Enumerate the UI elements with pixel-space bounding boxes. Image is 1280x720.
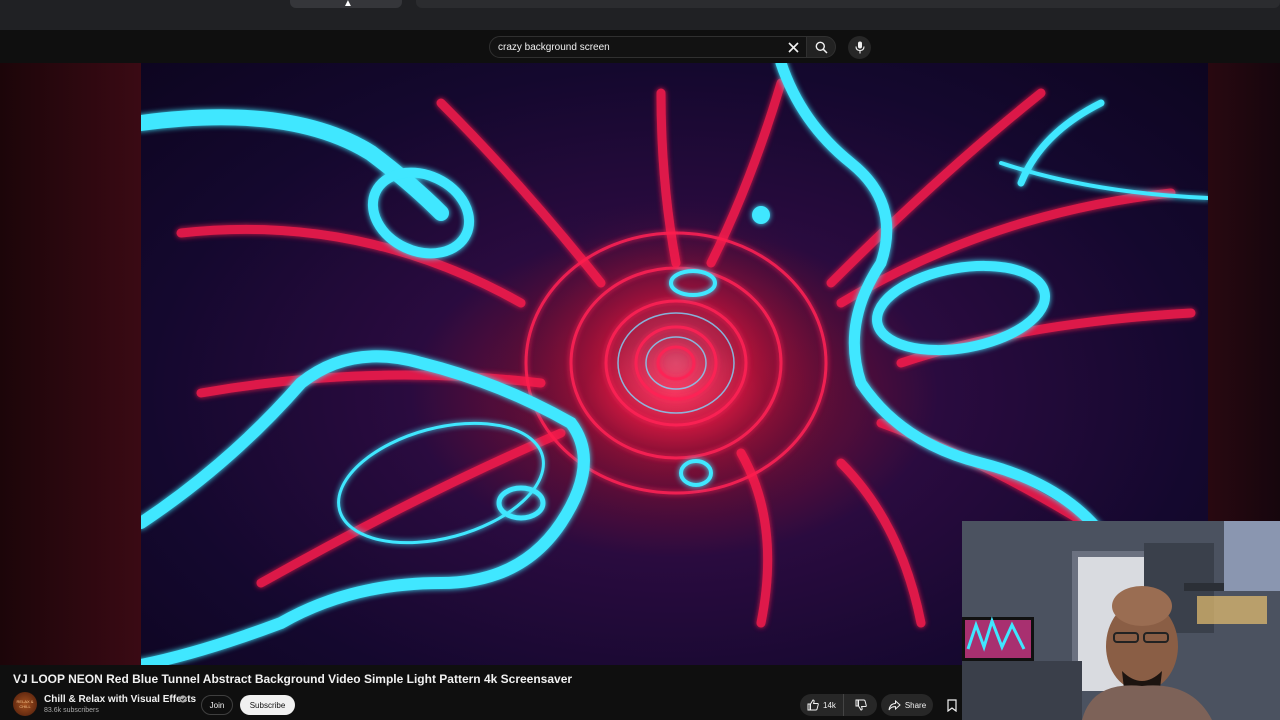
save-button[interactable] [941, 694, 963, 716]
subscribe-button[interactable]: Subscribe [240, 695, 295, 715]
verified-check-icon [179, 695, 187, 703]
bookmark-icon [947, 698, 957, 712]
join-button[interactable]: Join [201, 695, 233, 715]
browser-tab-strip: ▲ [0, 0, 1280, 30]
search-query[interactable]: crazy background screen [498, 42, 610, 53]
subscriber-count: 83.6k subscribers [44, 707, 99, 714]
search-icon [815, 41, 828, 54]
thumbs-down-icon [855, 699, 867, 711]
search-button[interactable] [806, 36, 836, 58]
dislike-button[interactable] [844, 694, 877, 716]
webcam-overlay [962, 521, 1280, 720]
mic-icon [854, 41, 865, 54]
thumbs-up-icon [807, 699, 819, 711]
like-dislike-group: 14k [800, 694, 877, 716]
share-label: Share [904, 700, 927, 710]
voice-search-button[interactable] [848, 36, 871, 59]
webcam-scene [962, 521, 1280, 720]
mouse-cursor-icon: ▲ [343, 0, 353, 9]
avatar[interactable]: RELAX & CHILL [13, 692, 37, 716]
like-button[interactable]: 14k [800, 694, 844, 716]
share-button[interactable]: Share [881, 694, 933, 716]
search-input[interactable]: crazy background screen [489, 36, 809, 58]
video-title: VJ LOOP NEON Red Blue Tunnel Abstract Ba… [13, 672, 573, 686]
channel-name[interactable]: Chill & Relax with Visual Effects [44, 694, 196, 705]
browser-tab-inactive[interactable] [416, 0, 1280, 8]
like-count: 14k [823, 700, 836, 710]
avatar-label: RELAX & CHILL [16, 699, 34, 709]
close-icon[interactable] [785, 39, 801, 55]
share-arrow-icon [888, 699, 901, 710]
